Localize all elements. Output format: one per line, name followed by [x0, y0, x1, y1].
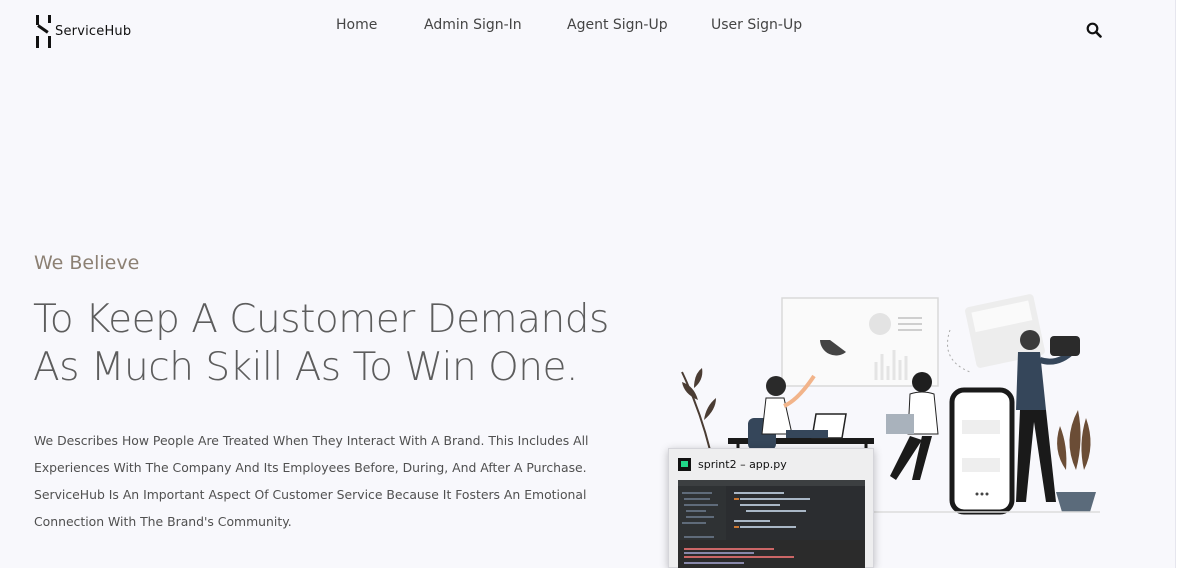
main-nav: Home Admin Sign-In Agent Sign-Up User Si… — [0, 17, 1179, 37]
nav-admin-sign-in[interactable]: Admin Sign-In — [424, 17, 522, 33]
hero-description: We Describes How People Are Treated When… — [34, 433, 589, 529]
taskbar-preview-title: sprint2 – app.py — [698, 458, 787, 471]
nav-home[interactable]: Home — [336, 17, 377, 33]
hero-headline-line1: To Keep A Customer Demands — [33, 297, 609, 342]
hero-eyebrow: We Believe — [34, 252, 140, 274]
nav-user-sign-up[interactable]: User Sign-Up — [711, 17, 802, 33]
search-icon[interactable] — [1086, 22, 1102, 38]
hero-headline: To Keep A Customer Demands As Much Skill… — [33, 296, 673, 392]
hero-headline-line2: As Much Skill As To Win One. — [33, 345, 578, 390]
page-edge — [1175, 0, 1179, 568]
taskbar-window-preview[interactable]: sprint2 – app.py — [668, 448, 874, 568]
pycharm-icon — [678, 458, 691, 471]
nav-agent-sign-up[interactable]: Agent Sign-Up — [567, 17, 668, 33]
taskbar-preview-screen — [678, 480, 865, 568]
